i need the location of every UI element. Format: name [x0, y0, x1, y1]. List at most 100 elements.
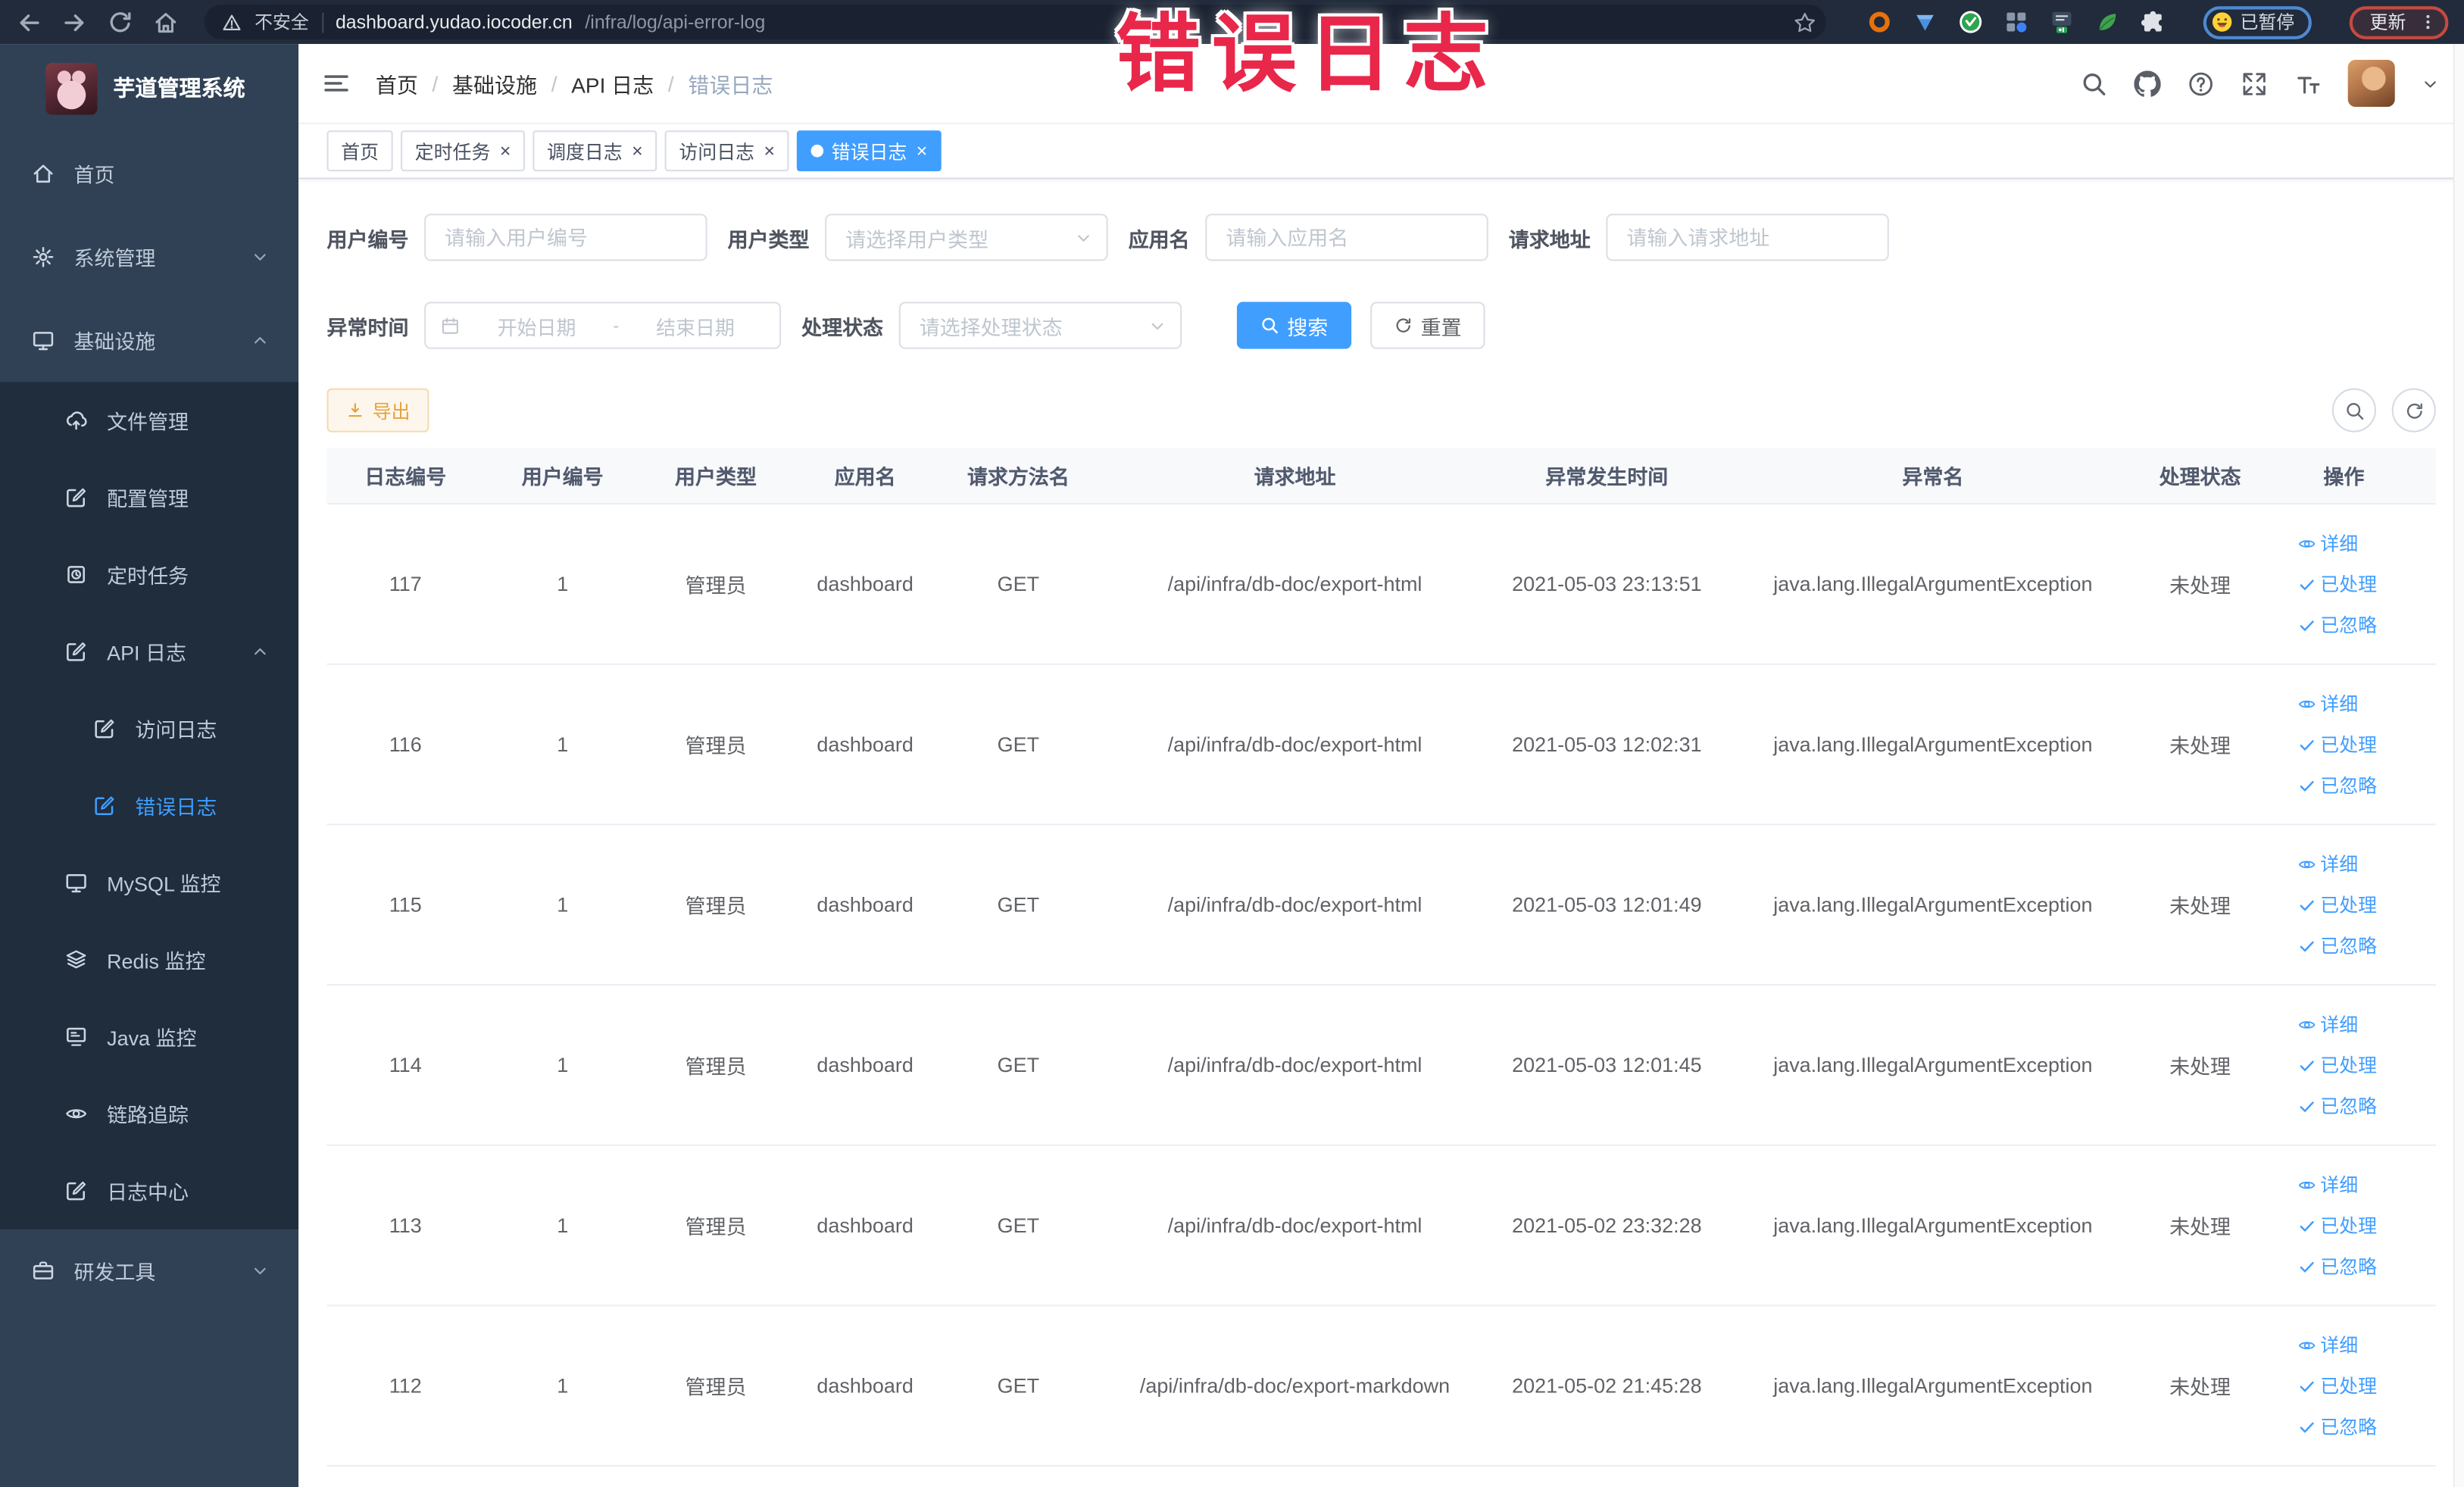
browser-menu-icon[interactable]: [2419, 13, 2437, 32]
detail-link[interactable]: 详细: [2297, 530, 2358, 556]
reset-button[interactable]: 重置: [1370, 301, 1485, 349]
security-label[interactable]: 不安全: [255, 9, 309, 34]
action-label: 详细: [2320, 1334, 2359, 1357]
target-orange-extension-icon[interactable]: [1866, 9, 1891, 34]
mark-ignored-link[interactable]: 已忽略: [2297, 772, 2377, 798]
cell-time: 2021-05-03 12:01:49: [1512, 892, 1702, 917]
close-icon[interactable]: ×: [917, 142, 928, 161]
user-type-select[interactable]: 请选择用户类型: [825, 214, 1108, 261]
refresh-table-button[interactable]: [2391, 388, 2436, 433]
sidebar-item-log-center[interactable]: 日志中心: [0, 1152, 299, 1229]
puzzle-white-extension-icon[interactable]: [2140, 9, 2165, 34]
tab-access-log[interactable]: 访问日志 ×: [664, 130, 789, 172]
tab-job-log[interactable]: 调度日志 ×: [532, 130, 657, 172]
mark-ignored-link[interactable]: 已忽略: [2297, 932, 2377, 959]
close-icon[interactable]: ×: [632, 142, 643, 161]
mark-processed-link[interactable]: 已处理: [2297, 1373, 2377, 1399]
sidebar-item-home[interactable]: 首页: [0, 132, 298, 215]
start-date-placeholder[interactable]: 开始日期: [467, 311, 607, 340]
breadcrumb-item[interactable]: 首页: [376, 67, 418, 99]
shield-blue-extension-icon[interactable]: [1912, 9, 1937, 34]
fullscreen-icon[interactable]: [2241, 70, 2268, 96]
mark-processed-link[interactable]: 已处理: [2297, 731, 2377, 758]
sidebar-item-trace[interactable]: 链路追踪: [0, 1075, 299, 1153]
column-header: 请求地址: [1254, 465, 1336, 489]
sidebar-item-infrastructure[interactable]: 基础设施: [0, 298, 298, 382]
address-bar[interactable]: 不安全 dashboard.yudao.iocoder.cn /infra/lo…: [204, 5, 1825, 39]
mark-processed-link[interactable]: 已处理: [2297, 1212, 2377, 1239]
tab-error-log[interactable]: 错误日志 ×: [797, 130, 942, 172]
export-button[interactable]: 导出: [326, 388, 429, 433]
action-label: 已忽略: [2320, 1095, 2378, 1118]
sidebar-item-mysql-monitor[interactable]: MySQL 监控: [0, 844, 299, 922]
app-name-input[interactable]: [1205, 214, 1488, 261]
avatar[interactable]: [2347, 59, 2395, 108]
question-icon[interactable]: [2188, 70, 2214, 96]
browser-home-icon[interactable]: [152, 8, 179, 35]
sidebar-item-java-monitor[interactable]: Java 监控: [0, 998, 299, 1076]
back-icon[interactable]: [16, 8, 42, 35]
sidebar-logo[interactable]: 芋道管理系统: [0, 44, 298, 132]
sidebar-item-label: Java 监控: [107, 1026, 197, 1051]
profile-chip[interactable]: 已暂停: [2202, 5, 2312, 39]
sidebar-item-system-management[interactable]: 系统管理: [0, 215, 298, 298]
search-button[interactable]: 搜索: [1236, 301, 1352, 349]
sidebar-item-dev-tools[interactable]: 研发工具: [0, 1229, 298, 1313]
process-status-select[interactable]: 请选择处理状态: [898, 301, 1182, 349]
detail-link[interactable]: 详细: [2297, 1332, 2358, 1358]
action-label: 详细: [2320, 1014, 2359, 1036]
sidebar-item-access-log[interactable]: 访问日志: [0, 689, 299, 767]
detail-link[interactable]: 详细: [2297, 690, 2358, 717]
forward-icon[interactable]: [61, 8, 88, 35]
detail-link[interactable]: 详细: [2297, 1171, 2358, 1198]
java-icon: [64, 1025, 88, 1048]
mark-ignored-link[interactable]: 已忽略: [2297, 1092, 2377, 1119]
sidebar-item-scheduled-tasks[interactable]: 定时任务: [0, 536, 299, 614]
table-row: 116 1 管理员 dashboard GET/api/infra/db-doc/exp…: [326, 665, 2436, 826]
mark-ignored-link[interactable]: 已忽略: [2297, 1253, 2377, 1279]
close-icon[interactable]: ×: [764, 142, 775, 161]
user-type-label: 用户类型: [727, 226, 810, 251]
check-icon: [2297, 1055, 2316, 1074]
browser-update-button[interactable]: 更新: [2349, 5, 2449, 39]
github-icon[interactable]: [2134, 70, 2161, 96]
tab-job[interactable]: 定时任务 ×: [401, 130, 526, 172]
date-range-picker[interactable]: 开始日期 - 结束日期: [424, 301, 782, 349]
export-button-label: 导出: [372, 400, 411, 423]
user-id-input[interactable]: [424, 214, 707, 261]
end-date-placeholder[interactable]: 结束日期: [626, 311, 766, 340]
breadcrumb-separator: /: [432, 71, 439, 95]
bookmark-star-icon[interactable]: [1792, 10, 1816, 33]
chevron-down-icon[interactable]: [2422, 75, 2439, 92]
sidebar-item-redis-monitor[interactable]: Redis 监控: [0, 921, 299, 998]
leaf-green-extension-icon[interactable]: [2094, 9, 2119, 34]
circle-green-extension-icon[interactable]: [1957, 9, 1982, 34]
detail-link[interactable]: 详细: [2297, 1011, 2358, 1037]
sidebar-item-api-log[interactable]: API 日志: [0, 613, 299, 690]
hamburger-icon[interactable]: [322, 69, 350, 97]
mark-processed-link[interactable]: 已处理: [2297, 570, 2377, 597]
mark-processed-link[interactable]: 已处理: [2297, 892, 2377, 918]
close-icon[interactable]: ×: [500, 142, 511, 161]
sidebar-item-error-log[interactable]: 错误日志: [0, 767, 299, 845]
cell-status: 未处理: [2169, 734, 2231, 758]
request-url-input[interactable]: [1606, 214, 1889, 261]
grid-blue-extension-icon[interactable]: [2003, 9, 2028, 34]
scrollbar[interactable]: [2453, 44, 2464, 1487]
mark-processed-link[interactable]: 已处理: [2297, 1051, 2377, 1078]
sidebar-item-config-management[interactable]: 配置管理: [0, 458, 299, 536]
reload-icon[interactable]: [107, 8, 133, 35]
toggle-search-button[interactable]: [2331, 388, 2376, 433]
detail-link[interactable]: 详细: [2297, 851, 2358, 877]
tab-home[interactable]: 首页: [326, 130, 393, 172]
check-icon: [2297, 735, 2316, 754]
switch-dark-on-extension-icon[interactable]: [2048, 9, 2073, 34]
mark-ignored-link[interactable]: 已忽略: [2297, 1414, 2377, 1440]
search-icon[interactable]: [2081, 70, 2107, 96]
font-size-icon[interactable]: [2294, 70, 2321, 96]
breadcrumb-item[interactable]: 基础设施: [452, 67, 537, 99]
mark-ignored-link[interactable]: 已忽略: [2297, 611, 2377, 638]
sidebar-item-label: 基础设施: [73, 330, 156, 354]
breadcrumb-item[interactable]: API 日志: [571, 67, 654, 99]
sidebar-item-file-management[interactable]: 文件管理: [0, 382, 299, 459]
